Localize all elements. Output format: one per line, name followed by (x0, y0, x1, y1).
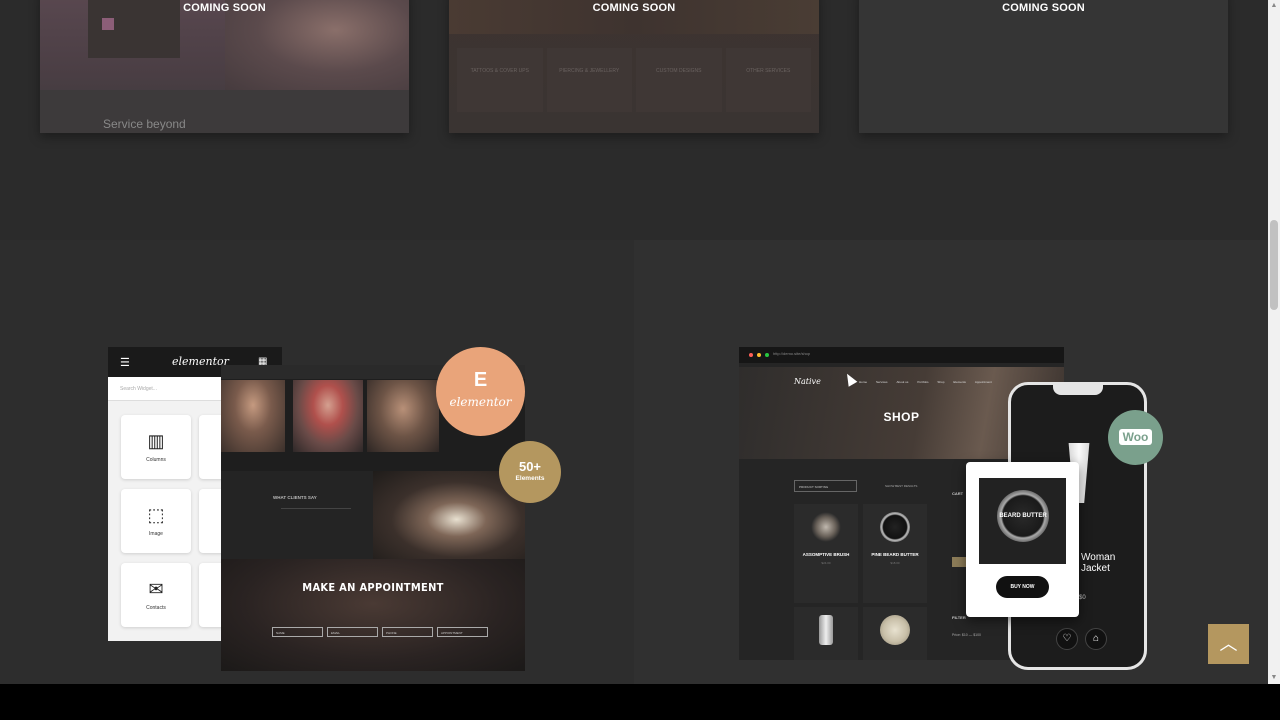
team-photo (221, 380, 285, 452)
widget-columns: ▥ Columns (121, 415, 191, 479)
cart-title: CART (952, 491, 964, 496)
widget-label: Contacts (146, 605, 166, 611)
card-caption: Service beyond (103, 117, 186, 131)
service-cell: TATTOOS & COVER UPS (457, 48, 543, 112)
hamburger-icon: ☰ (120, 357, 130, 369)
product-price: $18.00 (890, 561, 900, 565)
widget-label: Columns (146, 457, 166, 463)
widget-contacts: ✉ Contacts (121, 563, 191, 627)
widget-image: ⬚ Image (121, 489, 191, 553)
product-name: ASSOMPTIVE BRUSH (802, 552, 850, 557)
scroll-up-arrow-icon[interactable]: ▲ (1268, 0, 1280, 12)
appointment-title: MAKE AN APPOINTMENT (302, 581, 444, 594)
card-footer (40, 90, 409, 133)
browser-chrome: http://demo.site/shop (739, 347, 1064, 363)
beard-butter-tin: BEARD BUTTER (997, 490, 1049, 542)
phone-product-title: Woman Jacket (1081, 552, 1116, 574)
woo-logo: Woo (1118, 429, 1153, 445)
name-field: NAME (272, 627, 323, 637)
envelope-icon: ✉ (148, 579, 164, 599)
product-card (794, 607, 858, 660)
email-field: EMAIL (327, 627, 378, 637)
bottom-bar (0, 684, 1280, 720)
filter-title: FILTER (952, 615, 966, 620)
elementor-badge-label: elementor (449, 395, 512, 409)
services-grid: TATTOOS & COVER UPS PIERCING & JEWELLERY… (457, 48, 811, 112)
columns-icon: ▥ (147, 431, 165, 451)
product-popup: BEARD BUTTER BUY NOW (966, 462, 1079, 617)
sort-label: SHOW BEST RESULTS (885, 484, 918, 488)
appointment-block: MAKE AN APPOINTMENT NAME EMAIL PHONE APP… (221, 559, 525, 671)
team-photo (293, 380, 363, 452)
coming-soon-label: COMING SOON (592, 2, 676, 14)
product-card (863, 607, 927, 660)
elements-label: Elements (515, 475, 545, 482)
elementor-icon: E (473, 369, 488, 391)
coming-soon-label: COMING SOON (183, 2, 266, 14)
close-dot-icon (749, 353, 753, 357)
price-range: Price: $10 — $100 (952, 633, 981, 637)
service-cell: PIERCING & JEWELLERY (546, 48, 632, 112)
elements-count: 50+ (518, 459, 542, 474)
product-card: PINE BEARD BUTTER $18.00 (863, 504, 927, 603)
buy-now-button: BUY NOW (996, 576, 1049, 598)
team-photo (367, 380, 439, 452)
product-sorting-button: PRODUCT SORTING (794, 480, 857, 492)
coming-soon-label: COMING SOON (1002, 2, 1085, 14)
card-accent (102, 18, 114, 30)
woocommerce-badge: Woo (1108, 410, 1163, 465)
nav-item: Shop (937, 380, 945, 384)
phone-product-price: $0 (1079, 595, 1086, 601)
maximize-dot-icon (765, 353, 769, 357)
product-price: $24.00 (821, 561, 831, 565)
vertical-scrollbar[interactable]: ▲ ▼ (1268, 0, 1280, 684)
elementor-badge: E elementor (436, 347, 525, 436)
nav-item: Services (876, 380, 888, 384)
product-image: BEARD BUTTER (979, 478, 1066, 564)
brush-image (811, 512, 841, 542)
nav-item: Elements (953, 380, 966, 384)
product-card: ASSOMPTIVE BRUSH $24.00 (794, 504, 858, 603)
nav-item: Home (859, 380, 868, 384)
testimonial-title: WHAT CLIENTS SAY (273, 495, 317, 500)
tin-image (880, 512, 910, 542)
widget-label: Image (149, 531, 163, 537)
shop-nav: Home Services About us Portfolio Shop El… (859, 380, 1009, 384)
shop-logo: Native (794, 377, 821, 386)
portfolio-card-3[interactable]: COMING SOON (859, 0, 1228, 133)
image-icon: ⬚ (147, 505, 165, 525)
imperial-tin-image (880, 615, 910, 645)
browser-url: http://demo.site/shop (773, 351, 811, 356)
scroll-to-top-button[interactable]: ︿ (1208, 624, 1249, 664)
portfolio-card-2[interactable]: TATTOOS & COVER UPS PIERCING & JEWELLERY… (449, 0, 819, 133)
nav-item: About us (896, 380, 909, 384)
testimonial-text (281, 508, 351, 530)
scrollbar-thumb[interactable] (1270, 220, 1278, 310)
elements-count-badge: 50+ Elements (499, 441, 561, 503)
phone-field: PHONE (382, 627, 433, 637)
nav-item: Portfolio (917, 380, 929, 384)
tube-image (819, 615, 833, 645)
service-cell: OTHER SERVICES (725, 48, 811, 112)
appointment-button: APPOINTMENT (437, 627, 488, 637)
minimize-dot-icon (757, 353, 761, 357)
page: Service beyond COMING SOON TATTOOS & COV… (0, 0, 1268, 684)
basket-icon: ⌂ (1085, 628, 1107, 650)
appointment-form: NAME EMAIL PHONE APPOINTMENT (272, 627, 488, 637)
heart-icon: ♡ (1056, 628, 1078, 650)
scroll-down-arrow-icon[interactable]: ▼ (1268, 672, 1280, 684)
nav-item: Appointment (974, 380, 992, 384)
phone-notch (1053, 385, 1103, 395)
service-cell: CUSTOM DESIGNS (636, 48, 722, 112)
portfolio-card-1[interactable]: Service beyond COMING SOON (40, 0, 409, 133)
chevron-up-icon: ︿ (1219, 634, 1238, 654)
product-name: PINE BEARD BUTTER (871, 552, 919, 557)
